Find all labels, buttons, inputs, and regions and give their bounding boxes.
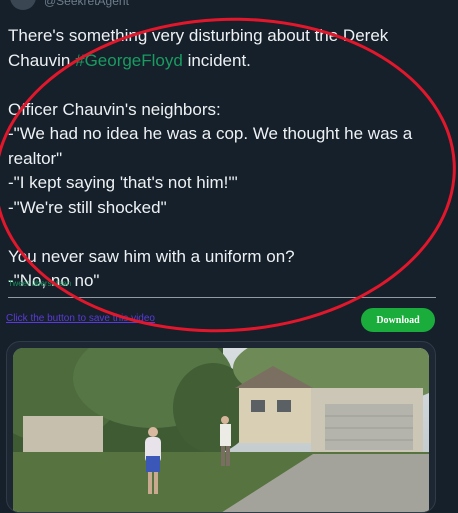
download-button[interactable]: Download <box>361 308 435 332</box>
tweet-text: There's something very disturbing about … <box>8 24 438 294</box>
avatar[interactable] <box>10 0 36 10</box>
tweet-line: -"We're still shocked" <box>8 197 167 217</box>
tweet-line: Officer Chauvin's neighbors: <box>8 99 221 119</box>
save-video-link[interactable]: Click the button to save this video <box>6 313 155 324</box>
tweet-line: There's something very disturbing about … <box>8 26 389 45</box>
tweet-line: realtor" <box>8 148 63 168</box>
translate-tweet-link[interactable]: Tweet übersetzen <box>8 279 71 288</box>
divider <box>8 297 436 298</box>
tweet-line: -"No, no no" <box>8 271 100 290</box>
video-still-image <box>13 348 429 512</box>
video-thumbnail[interactable] <box>13 348 429 512</box>
tweet-line: Chauvin #GeorgeFloyd incident. <box>8 49 438 74</box>
tweet-line: -"We had no idea he was a cop. We though… <box>8 124 413 143</box>
tweet-text-segment: incident. <box>182 50 251 70</box>
hashtag-link[interactable]: #GeorgeFloyd <box>75 51 183 70</box>
media-card[interactable] <box>6 341 436 513</box>
tweet-line: -"I kept saying 'that's not him!'" <box>8 173 238 192</box>
tweet-text-segment: Chauvin <box>8 50 76 70</box>
user-handle[interactable]: @SeekretAgent <box>44 0 129 8</box>
tweet-line: You never saw him with a uniform on? <box>8 246 295 266</box>
